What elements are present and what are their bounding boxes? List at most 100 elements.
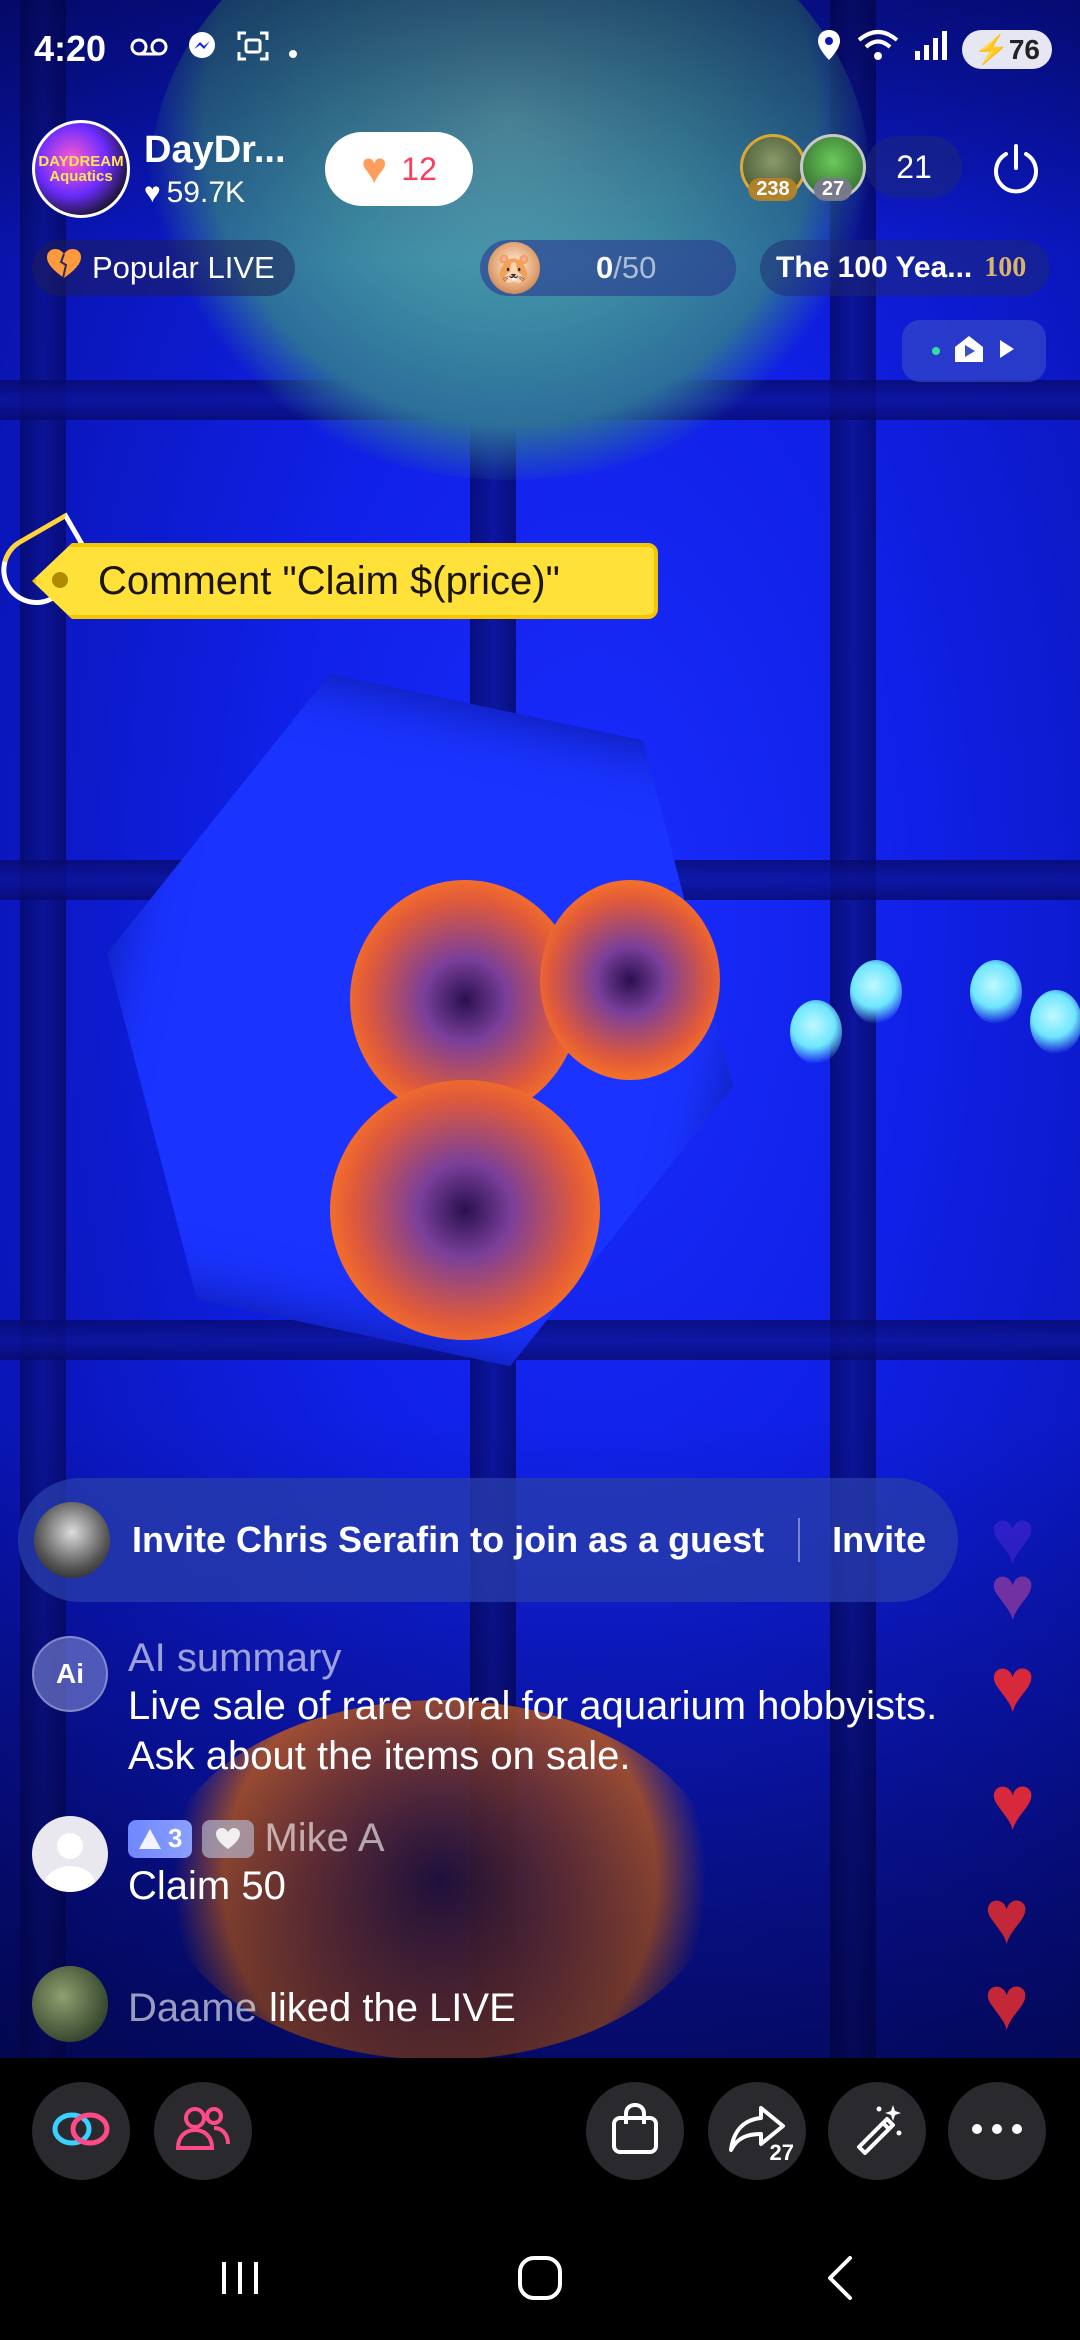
- level-number: 3: [168, 1823, 183, 1853]
- comment-author[interactable]: Daame: [128, 1986, 257, 2031]
- broken-heart-icon: [46, 248, 82, 288]
- battery-level: 76: [1008, 33, 1040, 65]
- sticker-tag: Comment "Claim $(price)": [32, 543, 658, 619]
- invite-button[interactable]: Invite: [832, 1519, 926, 1561]
- goal-progress: 0/50: [596, 250, 656, 286]
- mini-player-button[interactable]: [902, 320, 1046, 382]
- comment-text: Claim 50: [128, 1864, 286, 1908]
- share-button[interactable]: 27: [708, 2082, 806, 2180]
- home-play-icon: [952, 333, 986, 370]
- guests-button[interactable]: [154, 2082, 252, 2180]
- screenshot-icon: [236, 30, 270, 70]
- recent-apps-button[interactable]: [200, 2240, 280, 2320]
- floating-heart-icon: ♥: [984, 1961, 1030, 2046]
- floating-heart-icon: ♥: [990, 1761, 1036, 1846]
- viewer-rank-badge: 238: [748, 178, 798, 201]
- popular-live-badge[interactable]: Popular LIVE: [32, 240, 295, 296]
- floating-heart-icon: ♥: [990, 1643, 1036, 1728]
- play-arrow-icon: [998, 338, 1016, 365]
- sponsor-label: The 100 Yea...: [776, 251, 973, 284]
- status-time: 4:20: [34, 28, 107, 69]
- like-count: 12: [401, 150, 437, 187]
- guest-invite-bar[interactable]: Invite Chris Serafin to join as a guest …: [18, 1478, 958, 1602]
- goal-current: 0: [596, 250, 614, 285]
- host-avatar[interactable]: DAYDREAM Aquatics: [32, 120, 130, 218]
- power-icon[interactable]: [984, 136, 1048, 200]
- back-button[interactable]: [800, 2240, 880, 2320]
- sponsor-logo: 100: [984, 252, 1027, 283]
- status-bar: 4:20 ⚡76: [0, 0, 1080, 100]
- comment-item[interactable]: Ai AI summary Live sale of rare coral fo…: [32, 1636, 937, 1781]
- home-button[interactable]: [500, 2240, 580, 2320]
- tag-hole-icon: [52, 572, 68, 588]
- dot-icon: [288, 33, 298, 67]
- location-icon: [816, 28, 842, 70]
- follow-like-button[interactable]: ♥ 12: [325, 132, 473, 206]
- guest-avatar: [34, 1502, 110, 1578]
- default-avatar-icon: [44, 1833, 96, 1892]
- top-viewer-avatar[interactable]: 238: [740, 134, 806, 201]
- viewer-rank-badge: 27: [813, 178, 853, 201]
- host-profile[interactable]: DAYDREAM Aquatics DayDr... ♥ 59.7K: [32, 120, 286, 218]
- link-icon: [50, 2109, 112, 2154]
- host-likes: ♥ 59.7K: [144, 176, 286, 210]
- floating-heart-icon: ♥: [990, 1551, 1036, 1636]
- heart-icon: ♥: [144, 176, 161, 208]
- tank-light: [790, 1000, 842, 1064]
- user-avatar[interactable]: [32, 1816, 108, 1892]
- hamster-icon: 🐹: [488, 242, 540, 294]
- effects-button[interactable]: [828, 2082, 926, 2180]
- recents-icon: [218, 2258, 262, 2303]
- voicemail-icon: [130, 33, 168, 67]
- gift-goal[interactable]: 🐹 0/50: [480, 240, 736, 296]
- signal-icon: [914, 29, 948, 69]
- top-viewers[interactable]: 238 27: [740, 134, 866, 201]
- goal-total: /50: [613, 250, 657, 285]
- coral-polyp: [540, 880, 720, 1080]
- viewer-count[interactable]: 21: [866, 136, 962, 198]
- comment-text: Ask about the items on sale.: [128, 1734, 631, 1778]
- messenger-icon: [186, 30, 218, 70]
- comment-author-row: 3 Mike A: [128, 1816, 385, 1861]
- battery-icon: ⚡76: [961, 29, 1052, 69]
- coral-polyp: [330, 1080, 600, 1340]
- wifi-icon: [856, 28, 900, 70]
- shop-bag-icon: [608, 2102, 662, 2161]
- shop-button[interactable]: [586, 2082, 684, 2180]
- share-count: 27: [769, 2140, 794, 2165]
- ai-summary-icon: Ai: [32, 1636, 108, 1712]
- heart-icon: ♥: [361, 144, 388, 193]
- invite-text: Invite Chris Serafin to join as a guest: [132, 1519, 765, 1560]
- magic-wand-icon: [849, 2101, 905, 2162]
- comment-author: AI summary: [128, 1636, 342, 1680]
- multi-guest-button[interactable]: [32, 2082, 130, 2180]
- comment-text: liked the LIVE: [268, 1986, 516, 2030]
- tank-light: [1030, 990, 1080, 1054]
- fan-badge-icon: [202, 1819, 255, 1858]
- level-icon: [139, 1828, 161, 1849]
- sticker-text: Comment "Claim $(price)": [98, 558, 560, 603]
- level-badge: 3: [128, 1819, 193, 1858]
- ai-icon-text: Ai: [56, 1658, 84, 1689]
- more-icon: [971, 2122, 1023, 2140]
- comment-item[interactable]: Daame liked the LIVE: [32, 1966, 516, 2042]
- home-icon: [516, 2254, 564, 2307]
- comment-text: Live sale of rare coral for aquarium hob…: [128, 1684, 938, 1728]
- live-dot-icon: [932, 347, 940, 355]
- more-button[interactable]: [948, 2082, 1046, 2180]
- host-name[interactable]: DayDr...: [144, 129, 286, 172]
- comment-author[interactable]: Mike A: [264, 1816, 384, 1861]
- guests-icon: [174, 2104, 232, 2159]
- popular-live-label: Popular LIVE: [92, 250, 275, 285]
- comment-item[interactable]: 3 Mike A Claim 50: [32, 1816, 385, 1911]
- tank-light: [970, 960, 1022, 1024]
- floating-heart-icon: ♥: [984, 1875, 1030, 1960]
- divider: [798, 1518, 801, 1562]
- host-avatar-logo: DAYDREAM Aquatics: [38, 153, 124, 185]
- top-viewer-avatar[interactable]: 27: [800, 134, 866, 201]
- host-likes-count: 59.7K: [166, 175, 246, 209]
- back-icon: [824, 2254, 856, 2307]
- sponsor-banner[interactable]: The 100 Yea... 100: [760, 240, 1050, 296]
- user-avatar[interactable]: [32, 1966, 108, 2042]
- tank-light: [850, 960, 902, 1024]
